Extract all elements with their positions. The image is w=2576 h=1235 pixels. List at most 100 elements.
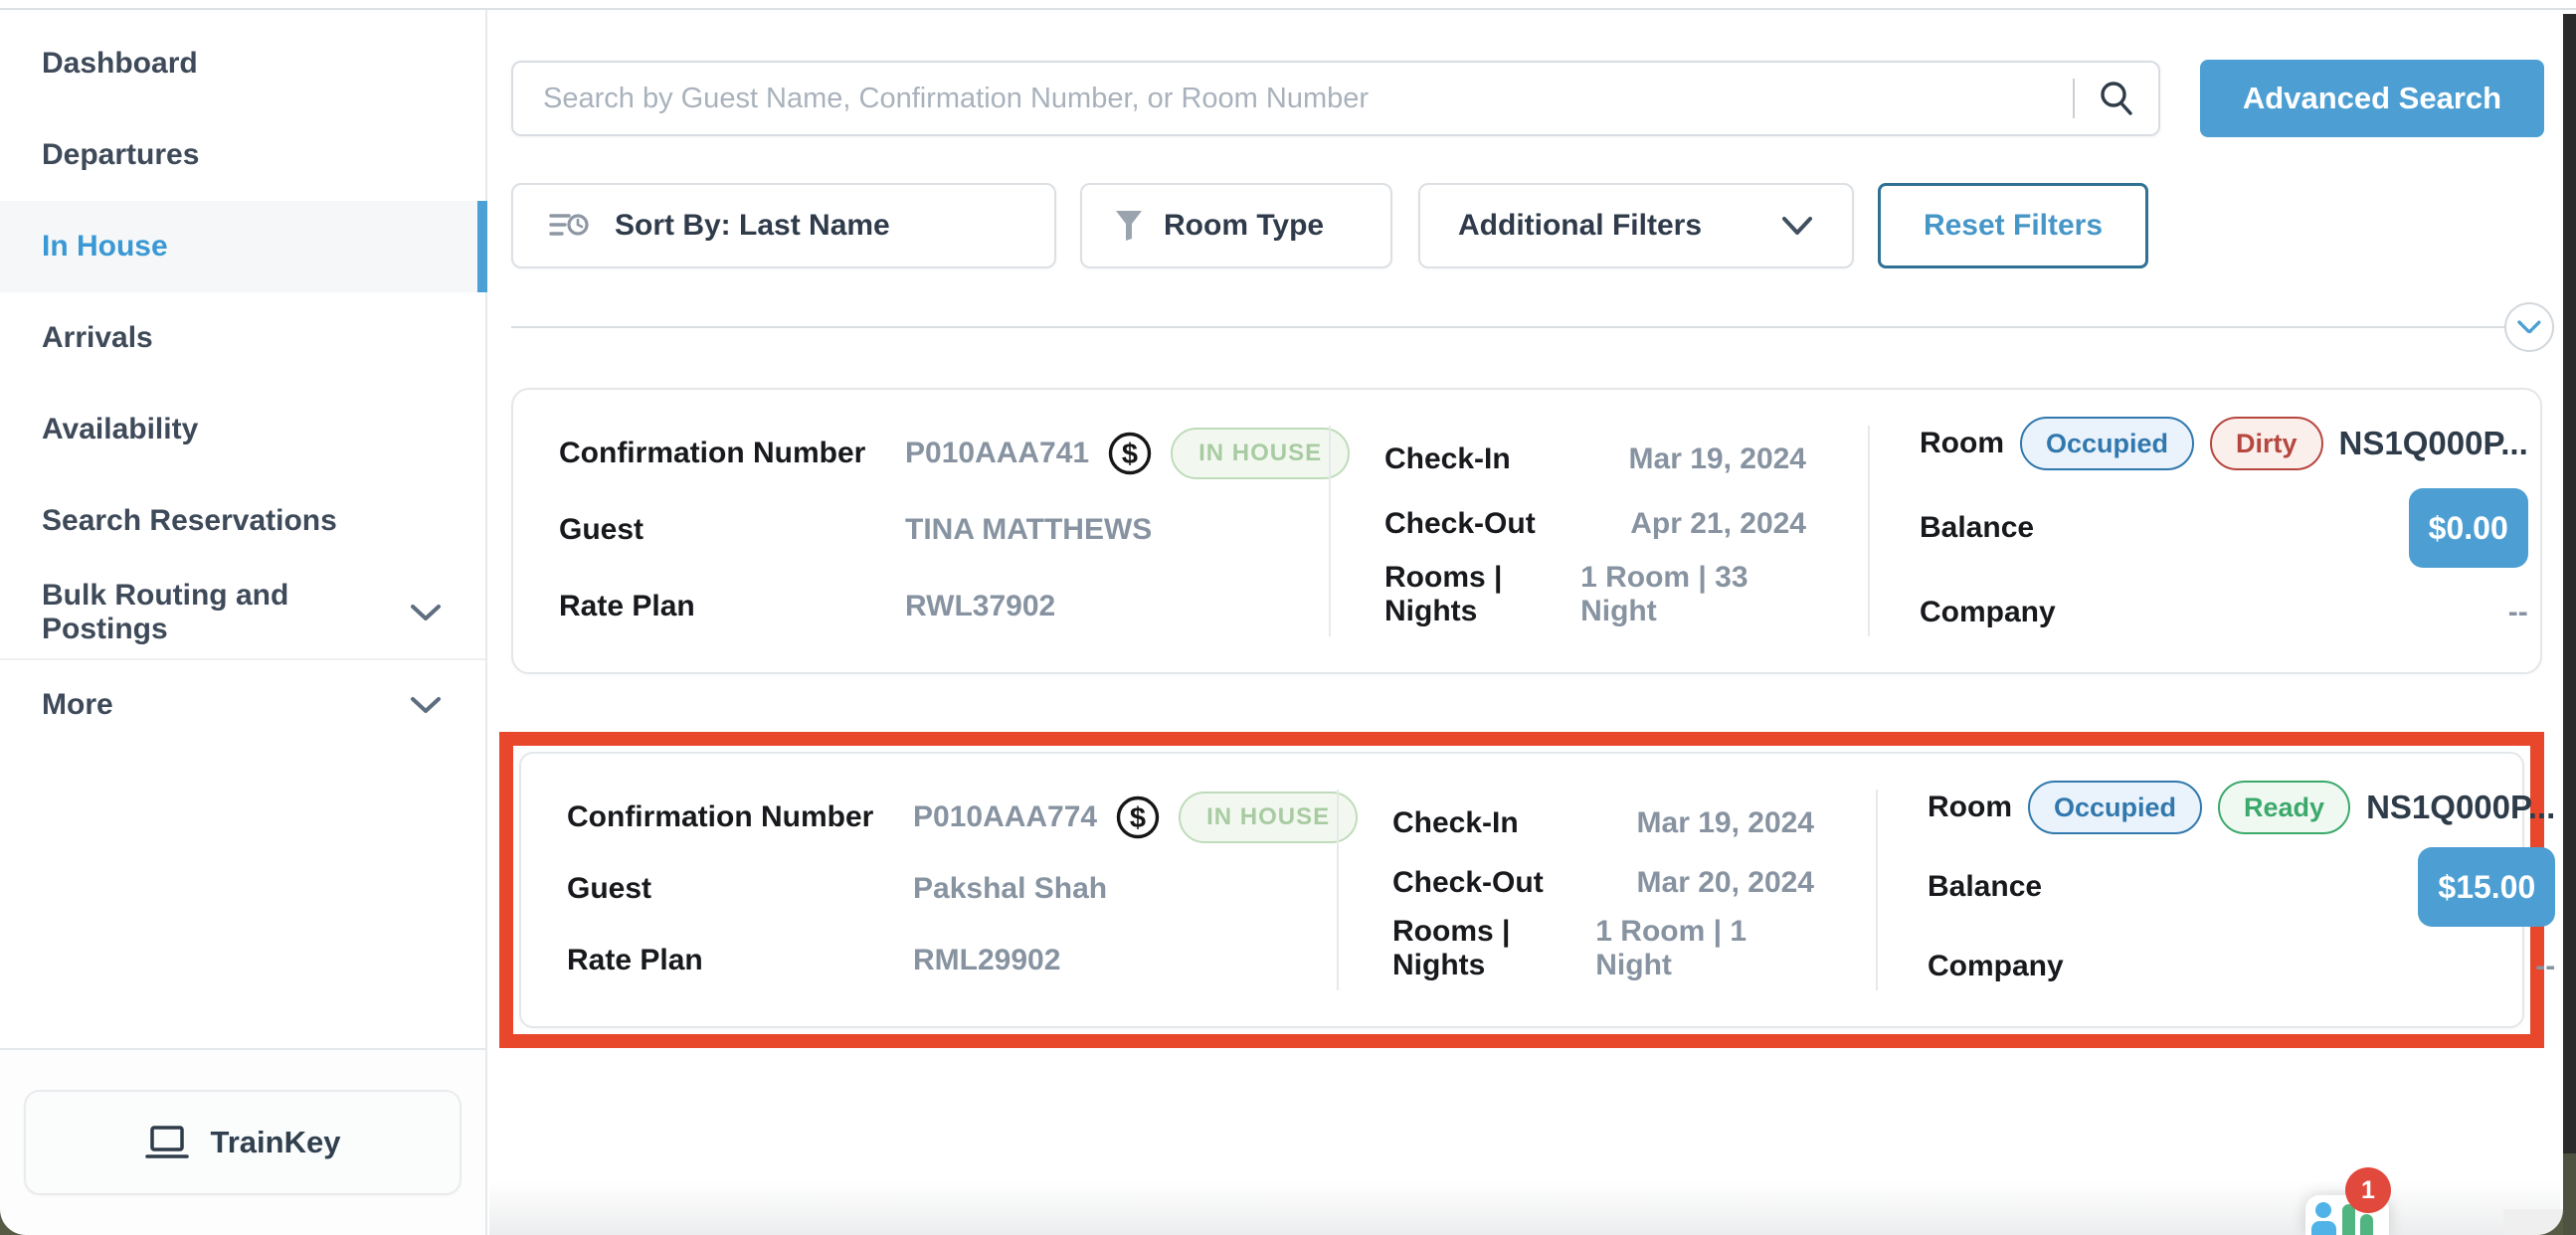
guest-label: Guest — [567, 872, 913, 906]
search-row: Advanced Search — [511, 60, 2544, 137]
search-input[interactable] — [521, 83, 2063, 115]
confirmation-label: Confirmation Number — [567, 800, 913, 834]
card-column-divider — [1876, 790, 1878, 990]
check-out-date: Mar 20, 2024 — [1637, 866, 1814, 900]
sidebar-item-label: Departures — [42, 138, 199, 172]
card-id-column: Confirmation Number P010AAA774 $ IN HOUS… — [521, 754, 1337, 1026]
chevron-down-icon — [1780, 215, 1814, 237]
card-room-column: Room Occupied Ready NS1Q000P... Balance … — [1876, 754, 2576, 1026]
room-number: NS1Q000P... — [2339, 425, 2528, 462]
company-label: Company — [1920, 596, 2056, 629]
slack-glyph-green-bar — [2342, 1204, 2355, 1235]
guest-name: Pakshal Shah — [913, 872, 1107, 906]
sidebar-item-label: More — [42, 688, 113, 722]
card-column-divider — [1868, 426, 1870, 636]
sidebar-item-bulk-routing[interactable]: Bulk Routing and Postings — [0, 567, 485, 658]
trainkey-button[interactable]: TrainKey — [24, 1090, 461, 1195]
sidebar-item-in-house[interactable]: In House — [0, 201, 485, 292]
confirmation-number: P010AAA774 — [913, 800, 1097, 834]
rooms-nights-value: 1 Room | 1 Night — [1595, 915, 1814, 982]
laptop-icon — [145, 1125, 189, 1160]
collapse-toggle[interactable] — [2504, 302, 2554, 352]
room-status-badge: Occupied — [2028, 781, 2202, 834]
svg-text:$: $ — [1122, 439, 1138, 470]
rate-plan-label: Rate Plan — [567, 944, 913, 977]
sidebar-item-arrivals[interactable]: Arrivals — [0, 292, 485, 384]
trainkey-label: TrainKey — [211, 1125, 341, 1160]
check-out-label: Check-Out — [1392, 866, 1544, 900]
filter-row: Sort By: Last Name Room Type Additional … — [511, 183, 2544, 268]
sidebar: Dashboard Departures In House Arrivals A… — [0, 10, 487, 1235]
confirmation-number: P010AAA741 — [905, 437, 1089, 470]
balance-button[interactable]: $15.00 — [2418, 847, 2555, 927]
slack-icon[interactable]: 1 — [2305, 1195, 2389, 1235]
check-out-date: Apr 21, 2024 — [1630, 507, 1806, 541]
search-divider — [2073, 79, 2075, 118]
room-type-filter[interactable]: Room Type — [1080, 183, 1392, 268]
slack-glyph-blue-dot — [2315, 1202, 2331, 1218]
sidebar-item-label: Dashboard — [42, 47, 198, 81]
slack-glyph-green-bar — [2360, 1214, 2373, 1235]
guest-name: TINA MATTHEWS — [905, 513, 1152, 547]
dollar-circle-icon[interactable]: $ — [1107, 431, 1153, 476]
card-dates-column: Check-In Mar 19, 2024 Check-Out Mar 20, … — [1337, 754, 1876, 1026]
main-content: Advanced Search Sort By: Last Name Room … — [489, 10, 2576, 1235]
sidebar-item-label: Search Reservations — [42, 504, 337, 538]
additional-filters-label: Additional Filters — [1458, 209, 1702, 243]
sidebar-item-availability[interactable]: Availability — [0, 384, 485, 475]
sidebar-item-departures[interactable]: Departures — [0, 109, 485, 201]
rate-plan-label: Rate Plan — [559, 590, 905, 623]
rooms-nights-label: Rooms | Nights — [1384, 561, 1580, 628]
card-column-divider — [1337, 790, 1339, 990]
advanced-search-button[interactable]: Advanced Search — [2200, 60, 2544, 137]
balance-label: Balance — [1920, 511, 2034, 545]
window-top-divider — [0, 8, 2576, 10]
sidebar-item-label: Arrivals — [42, 321, 153, 355]
sidebar-item-label: Bulk Routing and Postings — [42, 579, 410, 646]
sidebar-footer: TrainKey — [0, 1048, 485, 1235]
check-in-label: Check-In — [1384, 442, 1511, 476]
rate-plan-value: RML29902 — [913, 944, 1060, 977]
room-type-label: Room Type — [1164, 209, 1324, 243]
notification-badge: 1 — [2345, 1167, 2391, 1213]
company-value: -- — [2535, 950, 2555, 983]
check-out-label: Check-Out — [1384, 507, 1536, 541]
svg-text:$: $ — [1130, 802, 1146, 834]
chevron-down-icon — [2516, 319, 2542, 335]
status-badge: IN HOUSE — [1179, 792, 1358, 843]
sidebar-item-more[interactable]: More — [0, 658, 485, 750]
additional-filters-dropdown[interactable]: Additional Filters — [1418, 183, 1854, 268]
room-status-badge: Occupied — [2020, 417, 2194, 470]
sidebar-item-dashboard[interactable]: Dashboard — [0, 18, 485, 109]
card-dates-column: Check-In Mar 19, 2024 Check-Out Apr 21, … — [1329, 390, 1868, 672]
sort-by-dropdown[interactable]: Sort By: Last Name — [511, 183, 1056, 268]
balance-button[interactable]: $0.00 — [2409, 488, 2528, 568]
sort-icon — [549, 209, 589, 243]
room-label: Room — [1920, 427, 2004, 460]
guest-label: Guest — [559, 513, 905, 547]
sort-by-label: Sort By: Last Name — [615, 209, 890, 243]
dollar-circle-icon[interactable]: $ — [1115, 794, 1161, 840]
section-divider — [511, 326, 2528, 328]
background-window-edge — [2563, 14, 2576, 1235]
reservation-card[interactable]: Confirmation Number P010AAA741 $ IN HOUS… — [511, 388, 2542, 674]
housekeeping-status-badge: Ready — [2218, 781, 2350, 834]
rate-plan-value: RWL37902 — [905, 590, 1055, 623]
card-column-divider — [1329, 426, 1331, 636]
highlight-annotation: Confirmation Number P010AAA774 $ IN HOUS… — [499, 732, 2544, 1048]
reservation-card[interactable]: Confirmation Number P010AAA774 $ IN HOUS… — [519, 752, 2524, 1028]
company-value: -- — [2508, 596, 2528, 629]
sidebar-item-search-reservations[interactable]: Search Reservations — [0, 475, 485, 567]
search-box — [511, 61, 2160, 136]
sidebar-item-label: Availability — [42, 413, 198, 446]
balance-label: Balance — [1928, 870, 2042, 904]
search-icon[interactable] — [2097, 79, 2136, 118]
filter-funnel-icon — [1114, 209, 1144, 243]
chevron-down-icon — [410, 695, 442, 715]
check-in-date: Mar 19, 2024 — [1629, 442, 1806, 476]
card-room-column: Room Occupied Dirty NS1Q000P... Balance … — [1868, 390, 2564, 672]
reset-filters-button[interactable]: Reset Filters — [1878, 183, 2148, 268]
reservation-list: Confirmation Number P010AAA741 $ IN HOUS… — [489, 388, 2576, 1048]
rooms-nights-label: Rooms | Nights — [1392, 915, 1595, 982]
check-in-label: Check-In — [1392, 806, 1519, 840]
